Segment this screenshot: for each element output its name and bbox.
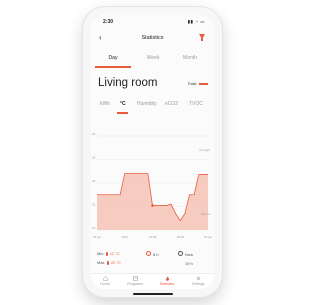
home-icon (102, 276, 108, 281)
tab-tvoc[interactable]: TVOC (189, 101, 203, 107)
thermometer-icon (105, 251, 108, 256)
temperature-chart[interactable]: 30 25 20 15 10 15 jun 6:00 12:00 18:00 15 jun Yo… (91, 130, 214, 242)
bottom-tab-bar: Home Programs Statistics Settings (91, 273, 214, 289)
filter-icon[interactable] (199, 34, 205, 41)
tab-settings-label: Settings (191, 282, 205, 286)
tab-kwh[interactable]: kWh (100, 101, 110, 107)
chart-area (97, 173, 208, 230)
tab-programs-label: Programs (127, 282, 143, 286)
nav-bar: ‹ Statistics (91, 30, 214, 46)
tab-celsius[interactable]: °C (120, 101, 126, 107)
x-axis-labels: 15 jun 6:00 12:00 18:00 15 jun (93, 235, 213, 239)
min-row: Min 12 °C (97, 251, 120, 256)
page-title: Statistics (141, 35, 164, 41)
tab-eco2[interactable]: eCO2 (165, 101, 178, 107)
summary-row: Min 12 °C Max 22 °C 8 h Now 19 h (91, 251, 214, 271)
tab-month[interactable]: Month (175, 55, 205, 61)
total-label: Total: (187, 81, 208, 86)
total-text: Total: (187, 81, 197, 86)
x-tick-label: 15 jun (93, 235, 102, 239)
tab-week[interactable]: Week (138, 55, 168, 61)
active-period-indicator (95, 66, 131, 68)
sun-value: 8 h (153, 252, 159, 257)
clock-icon (178, 251, 183, 256)
min-value: 12 °C (109, 251, 120, 256)
sun-icon (146, 251, 151, 256)
tab-home-label: Home (100, 282, 110, 286)
flame-icon (165, 276, 169, 281)
max-label: Max (97, 260, 105, 265)
status-icons: ▮▮ ◔ ▭ (187, 19, 205, 24)
home-indicator (133, 293, 173, 295)
status-time: 2:30 (103, 19, 114, 25)
tab-settings[interactable]: Settings (186, 276, 210, 286)
gear-icon (196, 276, 200, 281)
app-screen: 2:30 ▮▮ ◔ ▭ ‹ Statistics Day Week Month … (91, 15, 214, 289)
x-tick-label: 6:00 (122, 235, 128, 239)
clock-value: 19 h (185, 261, 193, 266)
y-tick-label: 15 (92, 203, 96, 207)
tab-programs[interactable]: Programs (123, 276, 147, 286)
y-tick-label: 25 (92, 156, 96, 160)
x-tick-label: 12:00 (149, 235, 157, 239)
period-tabs: Day Week Month (91, 53, 214, 68)
x-tick-label: 15 jun (204, 235, 213, 239)
tab-humidity[interactable]: Humidity (137, 101, 156, 107)
programs-icon (132, 276, 138, 281)
legend-low: You low (201, 212, 212, 216)
max-value: 22 °C (110, 260, 121, 265)
y-tick-label: 30 (92, 132, 96, 136)
y-tick-label: 10 (92, 226, 96, 230)
min-label: Min (97, 251, 104, 256)
total-line-swatch (199, 83, 208, 85)
active-unit-indicator (117, 112, 128, 114)
unit-tabs: kWh °C Humidity eCO2 TVOC (91, 99, 214, 114)
clock-label: Now (185, 252, 194, 257)
current-point-marker (151, 204, 154, 207)
legend-high: You high (199, 148, 210, 152)
room-name: Living room (98, 77, 158, 89)
tab-day[interactable]: Day (98, 55, 128, 61)
x-tick-label: 18:00 (176, 235, 184, 239)
tab-statistics-label: Statistics (159, 282, 175, 286)
max-row: Max 22 °C (97, 260, 121, 265)
thermometer-icon (106, 260, 109, 265)
tab-home[interactable]: Home (93, 276, 117, 286)
y-tick-label: 20 (92, 179, 96, 183)
tab-statistics[interactable]: Statistics (155, 276, 179, 286)
y-axis-labels: 30 25 20 15 10 (92, 132, 96, 230)
status-bar: 2:30 ▮▮ ◔ ▭ (91, 15, 214, 29)
